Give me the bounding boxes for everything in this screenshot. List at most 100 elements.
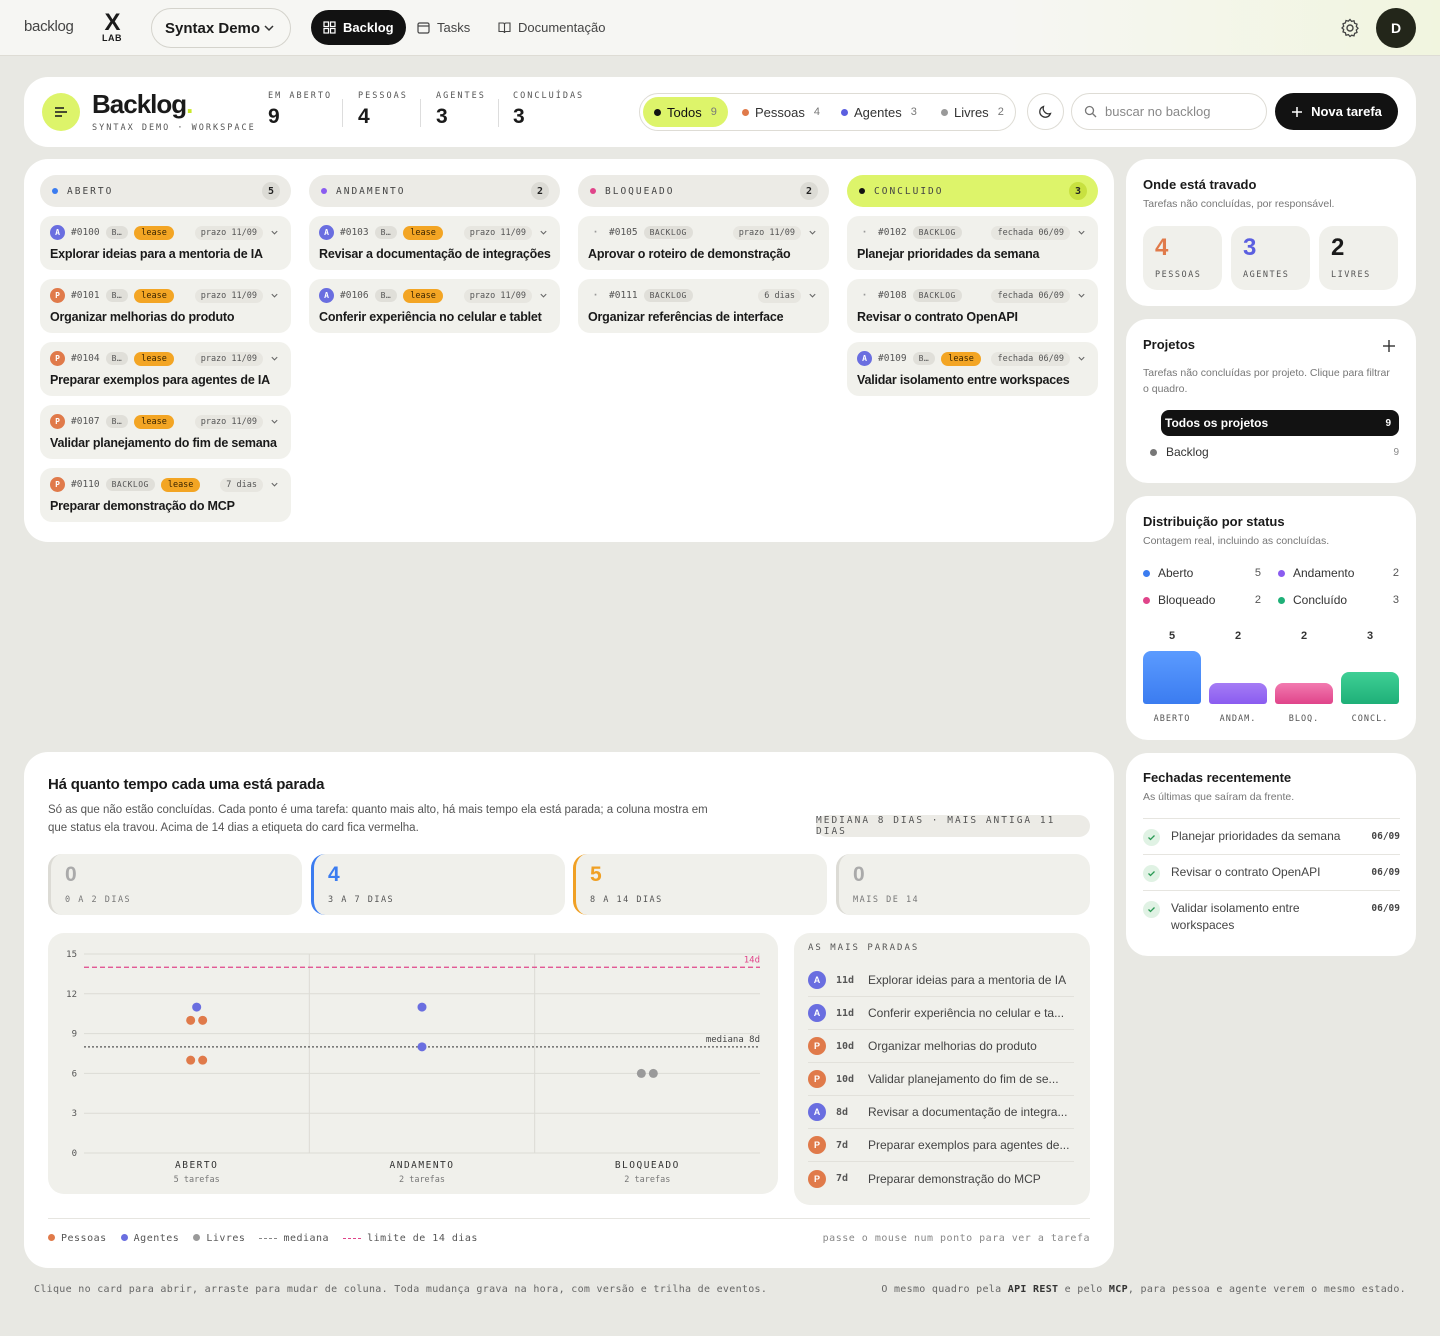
stuck-agents[interactable]: 3 AGENTES: [1231, 226, 1310, 290]
stuck-free[interactable]: 2 LIVRES: [1319, 226, 1398, 290]
task-title: Revisar o contrato OpenAPI: [857, 310, 1018, 324]
expand-chevron-icon[interactable]: [270, 291, 279, 300]
stat-done-label: CONCLUÍDAS: [513, 91, 585, 101]
column-header[interactable]: ABERTO 5: [40, 175, 291, 207]
theme-toggle[interactable]: [1027, 93, 1064, 130]
column-header[interactable]: CONCLUIDO 3: [847, 175, 1098, 207]
expand-chevron-icon[interactable]: [270, 417, 279, 426]
task-card[interactable]: A #0100 B… lease prazo 11/09 Explorar ideias …: [40, 216, 291, 270]
task-card[interactable]: P #0107 B… lease prazo 11/09 Validar planejam…: [40, 405, 291, 459]
aging-panel: Há quanto tempo cada uma está parada Só …: [24, 752, 1114, 1268]
stalest-item[interactable]: P 7d Preparar exemplos para agentes de...: [808, 1129, 1074, 1162]
plus-icon: [1292, 106, 1303, 117]
expand-chevron-icon[interactable]: [539, 228, 548, 237]
filter-free[interactable]: Livres 2: [930, 97, 1015, 127]
column-header[interactable]: BLOQUEADO 2: [578, 175, 829, 207]
expand-chevron-icon[interactable]: [1077, 354, 1086, 363]
check-glyph: [1148, 835, 1155, 841]
task-card[interactable]: A #0106 B… lease prazo 11/09 Conferir experiê…: [309, 279, 560, 333]
stat-open: EM ABERTO 9: [268, 91, 332, 129]
book-icon: [498, 22, 511, 34]
workspace-select[interactable]: Syntax Demo: [151, 8, 291, 48]
stat-divider: [342, 99, 343, 127]
stalest-list: AS MAIS PARADAS A 11d Explorar ideias para…: [794, 933, 1090, 1205]
legend-limit: limite de 14 dias: [343, 1233, 478, 1244]
task-title: Preparar demonstração do MCP: [50, 499, 235, 513]
project-all[interactable]: Todos os projetos 9: [1161, 410, 1399, 436]
task-point[interactable]: [186, 1055, 196, 1065]
stat-open-label: EM ABERTO: [268, 91, 333, 101]
nav-backlog[interactable]: Backlog: [311, 10, 406, 45]
expand-chevron-icon[interactable]: [270, 228, 279, 237]
task-point[interactable]: [417, 1002, 427, 1012]
legend-median: mediana: [259, 1233, 329, 1244]
task-card[interactable]: A #0103 B… lease prazo 11/09 Revisar a docume…: [309, 216, 560, 270]
dist-blocked-label: Bloqueado: [1158, 593, 1216, 607]
stalest-item[interactable]: A 8d Revisar a documentação de integra...: [808, 1096, 1074, 1129]
nav-documentation[interactable]: Documentação: [498, 10, 605, 45]
task-card[interactable]: · #0102 BACKLOG fechada 06/09 Planejar prior…: [847, 216, 1098, 270]
stalest-item[interactable]: A 11d Conferir experiência no celular e ta…: [808, 997, 1074, 1030]
task-point[interactable]: [198, 1015, 208, 1025]
stat-people-label: PESSOAS: [358, 91, 408, 101]
project-item[interactable]: Backlog 9: [1150, 443, 1399, 461]
task-card-meta: · #0111 BACKLOG 6 dias: [588, 287, 819, 304]
task-title: Explorar ideias para a mentoria de IA: [50, 247, 263, 261]
search-input[interactable]: [1105, 104, 1255, 119]
status-bar[interactable]: [1275, 682, 1333, 704]
closed-item[interactable]: Planejar prioridades da semana 06/09: [1143, 818, 1400, 854]
stale-days: 11d: [836, 1007, 855, 1019]
closed-item[interactable]: Validar isolamento entre workspaces 06/09: [1143, 890, 1400, 940]
legend-median-label: mediana: [283, 1233, 330, 1244]
task-point[interactable]: [636, 1068, 646, 1078]
footer-left: Clique no card para abrir, arraste para …: [34, 1284, 768, 1295]
column-status-dot: [52, 188, 58, 194]
task-card[interactable]: · #0105 BACKLOG prazo 11/09 Aprovar o roteir…: [578, 216, 829, 270]
menu-icon[interactable]: [42, 93, 80, 131]
status-bar-value: 5: [1168, 630, 1176, 642]
expand-chevron-icon[interactable]: [270, 354, 279, 363]
task-card[interactable]: P #0101 B… lease prazo 11/09 Organizar melhor…: [40, 279, 291, 333]
task-card[interactable]: A #0109 B… lease fechada 06/09 Validar isolam…: [847, 342, 1098, 396]
expand-chevron-shape: [271, 230, 278, 235]
task-point[interactable]: [192, 1002, 202, 1012]
add-project-icon[interactable]: [1382, 339, 1396, 353]
status-bar[interactable]: [1143, 651, 1201, 704]
task-point[interactable]: [186, 1015, 196, 1025]
stalest-item[interactable]: P 10d Organizar melhorias do produto: [808, 1030, 1074, 1063]
closed-item[interactable]: Revisar o contrato OpenAPI 06/09: [1143, 854, 1400, 890]
task-card[interactable]: · #0108 BACKLOG fechada 06/09 Revisar o cont…: [847, 279, 1098, 333]
filter-agents[interactable]: Agentes 3: [830, 97, 928, 127]
bucket-0-2-value: 0: [65, 863, 77, 886]
expand-chevron-icon[interactable]: [1077, 291, 1086, 300]
stuck-people[interactable]: 4 PESSOAS: [1143, 226, 1222, 290]
expand-chevron-icon[interactable]: [808, 228, 817, 237]
filter-people[interactable]: Pessoas 4: [731, 97, 831, 127]
task-point[interactable]: [198, 1055, 208, 1065]
assignee-avatar: A: [808, 1103, 826, 1121]
brand-logo[interactable]: backlog: [24, 18, 74, 35]
status-bar[interactable]: [1209, 682, 1267, 704]
nav-tasks[interactable]: Tasks: [417, 10, 470, 45]
column-header[interactable]: ANDAMENTO 2: [309, 175, 560, 207]
stale-days: 7d: [836, 1139, 849, 1151]
user-avatar[interactable]: D: [1376, 8, 1416, 48]
filter-all[interactable]: Todos 9: [643, 97, 728, 127]
task-card[interactable]: · #0111 BACKLOG 6 dias Organizar referências…: [578, 279, 829, 333]
expand-chevron-icon[interactable]: [808, 291, 817, 300]
stalest-item[interactable]: P 10d Validar planejamento do fim de se...: [808, 1063, 1074, 1096]
task-point[interactable]: [648, 1068, 658, 1078]
search-box[interactable]: [1071, 93, 1267, 130]
stalest-item[interactable]: P 7d Preparar demonstração do MCP: [808, 1162, 1074, 1195]
new-task-button[interactable]: Nova tarefa: [1275, 93, 1398, 130]
task-point[interactable]: [417, 1042, 427, 1052]
task-card[interactable]: P #0110 BACKLOG lease 7 dias Preparar demonst…: [40, 468, 291, 522]
status-bar[interactable]: [1341, 672, 1399, 704]
expand-chevron-icon[interactable]: [270, 480, 279, 489]
task-card[interactable]: P #0104 B… lease prazo 11/09 Preparar exemplo…: [40, 342, 291, 396]
aging-description: Só as que não estão concluídas. Cada pon…: [48, 804, 708, 834]
gear-icon[interactable]: [1339, 17, 1361, 39]
expand-chevron-icon[interactable]: [539, 291, 548, 300]
stalest-item[interactable]: A 11d Explorar ideias para a mentoria de I…: [808, 964, 1074, 997]
expand-chevron-icon[interactable]: [1077, 228, 1086, 237]
